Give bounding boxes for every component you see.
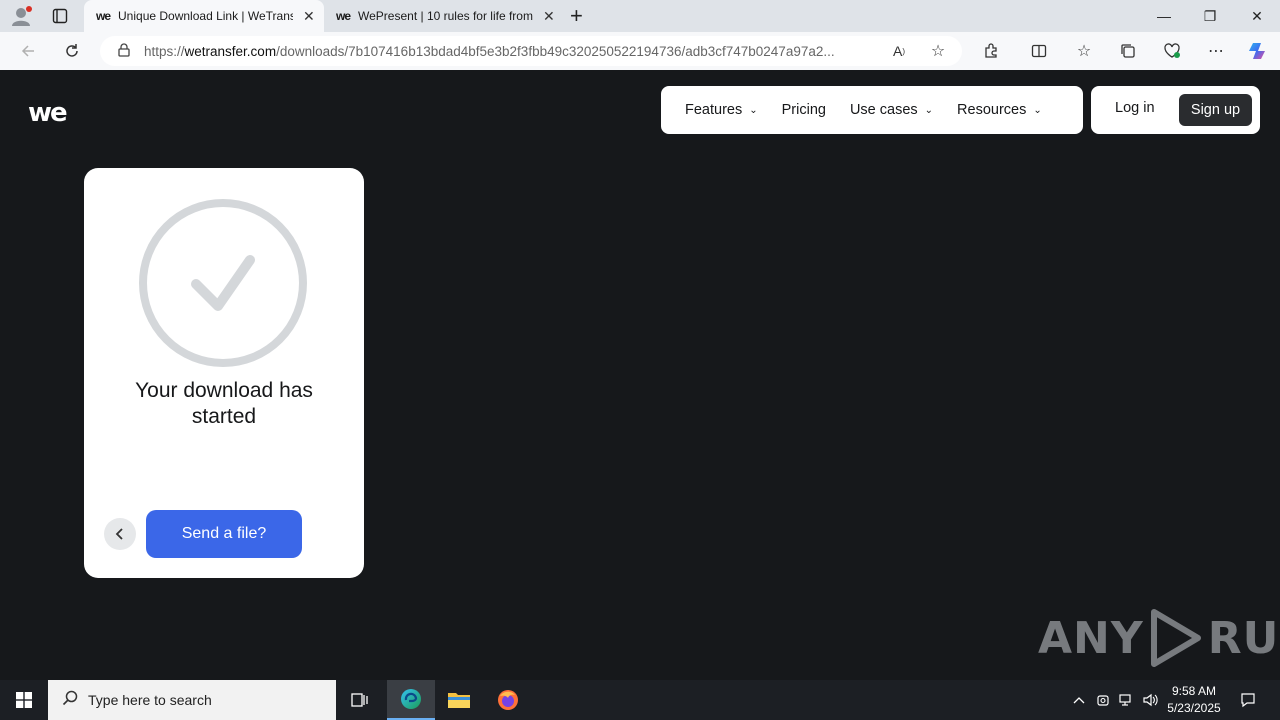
meet-now-icon[interactable] (1092, 680, 1114, 720)
main-nav: Features ⌄ Pricing Use cases ⌄ Resources ⌄ (661, 86, 1083, 134)
checkmark-circle-icon (138, 198, 308, 368)
tab-wetransfer-download[interactable]: we Unique Download Link | WeTransfer ✕ (84, 0, 324, 32)
notifications-icon[interactable] (1234, 680, 1262, 720)
windows-taskbar: Type here to search 9:58 AM 5/23/2025 (0, 680, 1280, 720)
firefox-icon[interactable] (484, 680, 532, 720)
url-prefix: https:// (144, 43, 185, 59)
show-hidden-icons-icon[interactable] (1068, 680, 1090, 720)
browser-tab-strip: we Unique Download Link | WeTransfer ✕ w… (0, 0, 1280, 32)
chevron-left-icon (115, 528, 123, 540)
favorites-icon[interactable]: ☆ (1069, 32, 1099, 70)
chevron-down-icon: ⌄ (924, 104, 934, 116)
wetransfer-favicon-icon: we (96, 9, 111, 23)
chevron-down-icon: ⌄ (1033, 104, 1042, 116)
wetransfer-favicon-icon: we (336, 9, 351, 23)
task-view-icon[interactable] (336, 680, 384, 720)
signup-button[interactable]: Sign up (1179, 94, 1252, 126)
new-tab-icon[interactable]: + (570, 3, 590, 29)
wetransfer-logo[interactable]: we (28, 98, 68, 128)
profile-avatar-icon[interactable] (10, 5, 32, 27)
address-url: https://wetransfer.com/downloads/7b10741… (144, 44, 869, 59)
download-status-heading: Your download has started (135, 379, 313, 428)
search-placeholder: Type here to search (88, 692, 212, 708)
tab-actions-icon[interactable] (52, 8, 68, 24)
close-window-icon[interactable]: ✕ (1234, 0, 1280, 32)
tab-close-icon[interactable]: ✕ (543, 8, 555, 25)
start-button[interactable] (0, 680, 48, 720)
watermark-right-text: RUN (1207, 612, 1280, 664)
taskbar-clock[interactable]: 9:58 AM 5/23/2025 (1160, 683, 1228, 717)
nav-label: Use cases (849, 102, 918, 118)
copilot-icon[interactable] (1243, 32, 1273, 70)
anyrun-watermark: ANY RUN (1038, 608, 1280, 668)
nav-resources[interactable]: Resources ⌄ (957, 102, 1042, 118)
lock-icon[interactable] (118, 42, 130, 60)
nav-label: Resources (957, 102, 1027, 118)
file-explorer-icon[interactable] (435, 680, 483, 720)
edge-taskbar-icon[interactable] (387, 680, 435, 720)
tab-title: Unique Download Link | WeTransfer (118, 9, 294, 23)
clock-date: 5/23/2025 (1167, 701, 1221, 715)
taskbar-search[interactable]: Type here to search (48, 680, 336, 720)
favorite-star-icon[interactable]: ☆ (923, 32, 953, 70)
address-bar[interactable]: https://wetransfer.com/downloads/7b10741… (100, 36, 962, 66)
login-link[interactable]: Log in (1115, 100, 1155, 116)
nav-pricing[interactable]: Pricing (782, 102, 826, 118)
back-icon[interactable] (13, 32, 43, 70)
split-screen-icon[interactable] (1024, 32, 1054, 70)
back-button[interactable] (104, 518, 136, 550)
browser-essentials-icon[interactable] (1157, 32, 1187, 70)
auth-box: Log in Sign up (1091, 86, 1260, 134)
nav-label: Features (685, 102, 743, 118)
windows-logo-icon (16, 692, 32, 708)
read-aloud-icon[interactable]: A) (884, 32, 914, 70)
play-triangle-icon (1150, 609, 1201, 667)
watermark-left-text: ANY (1038, 612, 1144, 664)
url-path: /downloads/7b107416b13bdad4bf5e3b2f3fbb4… (276, 43, 835, 59)
url-domain: wetransfer.com (184, 43, 277, 59)
more-options-icon[interactable]: ⋯ (1201, 32, 1231, 70)
volume-icon[interactable] (1140, 680, 1162, 720)
tab-close-icon[interactable]: ✕ (303, 8, 315, 25)
tab-wepresent[interactable]: we WePresent | 10 rules for life from ✕ (324, 0, 562, 32)
restore-icon[interactable]: ❐ (1187, 0, 1233, 32)
minimize-icon[interactable]: — (1141, 0, 1187, 32)
send-file-button[interactable]: Send a file? (146, 510, 302, 558)
tab-title: WePresent | 10 rules for life from (358, 9, 533, 23)
extensions-icon[interactable] (976, 32, 1006, 70)
chevron-down-icon: ⌄ (749, 104, 758, 116)
download-card: Your download has started Send a file? (84, 168, 364, 578)
refresh-icon[interactable] (57, 32, 87, 70)
web-page: we Features ⌄ Pricing Use cases ⌄ Resource… (4, 70, 1280, 676)
clock-time: 9:58 AM (1171, 684, 1217, 698)
nav-features[interactable]: Features ⌄ (685, 102, 758, 118)
collections-icon[interactable] (1113, 32, 1143, 70)
nav-label: Pricing (781, 102, 826, 118)
search-icon (62, 690, 78, 711)
network-icon[interactable] (1116, 680, 1138, 720)
nav-use-cases[interactable]: Use cases ⌄ (850, 102, 933, 118)
